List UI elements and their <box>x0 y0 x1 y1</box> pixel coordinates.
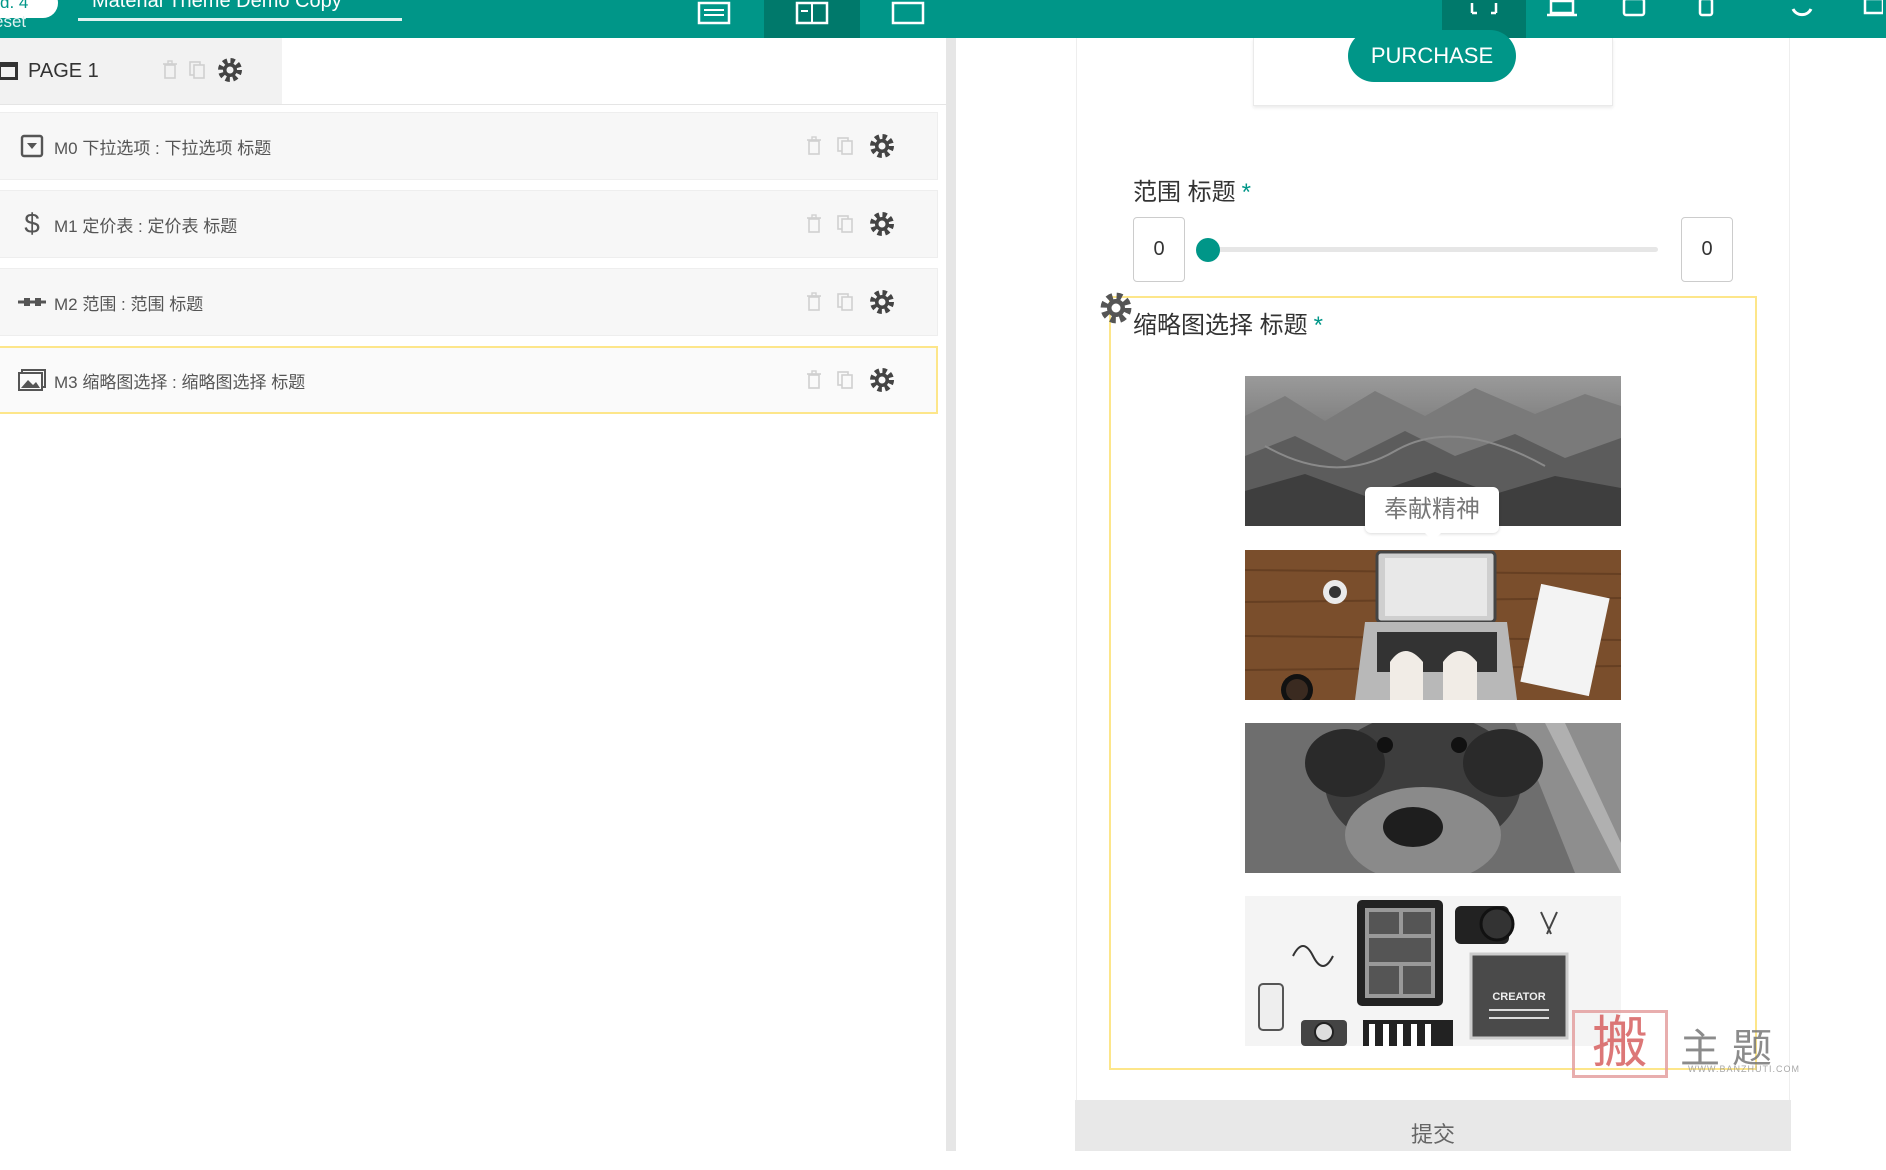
field-row-m0[interactable]: M0 下拉选项 : 下拉选项 标题 <box>0 112 938 180</box>
creator-text: CREATOR <box>1492 991 1545 1003</box>
field-row-label: M3 缩略图选择 : 缩略图选择 标题 <box>54 372 306 392</box>
gear-icon[interactable] <box>1098 290 1134 326</box>
desktop-view-button[interactable] <box>1526 0 1598 38</box>
range-field-title: 范围 标题 * <box>1133 172 1251 207</box>
refresh-button[interactable] <box>1766 0 1838 38</box>
thumbnail-tooltip: 奉献精神 <box>1365 487 1499 541</box>
reset-link[interactable]: eset <box>0 12 26 32</box>
range-slider-handle[interactable] <box>1196 238 1220 262</box>
thumbnail-field-title: 缩略图选择 标题 * <box>1133 305 1323 340</box>
dropdown-icon <box>18 134 46 158</box>
refresh-icon <box>1791 8 1813 17</box>
split-view-icon <box>795 1 829 25</box>
range-min-input[interactable]: 0 <box>1133 217 1185 282</box>
form-title-tab[interactable]: Material Theme Demo Copy <box>78 0 402 21</box>
range-slider-track[interactable] <box>1208 247 1658 252</box>
watermark-url: WWW.BANZHUTI.COM <box>1688 1064 1800 1074</box>
copy-icon[interactable] <box>836 214 854 234</box>
page-icon <box>0 62 18 80</box>
window-icon <box>1863 0 1883 15</box>
preview-icon <box>891 1 925 25</box>
required-marker: * <box>1241 179 1252 206</box>
image-icon <box>18 369 46 391</box>
field-row-label: M0 下拉选项 : 下拉选项 标题 <box>54 138 272 158</box>
dollar-icon: $ <box>24 208 40 239</box>
list-view-button[interactable] <box>666 0 762 38</box>
range-title-text: 范围 标题 <box>1133 179 1236 206</box>
range-icon <box>18 295 46 309</box>
thumbnail-title-text: 缩略图选择 标题 <box>1133 312 1308 339</box>
creator-flatlay-thumbnail[interactable]: CREATOR <box>1245 896 1621 1046</box>
field-row-label: M2 范围 : 范围 标题 <box>54 294 204 314</box>
page-label: PAGE 1 <box>28 59 99 82</box>
trash-icon[interactable] <box>162 60 178 80</box>
preview-button[interactable] <box>860 0 956 38</box>
submit-button[interactable]: 提交 <box>1075 1100 1791 1151</box>
laptop-desk-thumbnail[interactable] <box>1245 550 1621 700</box>
desktop-icon <box>1547 0 1577 17</box>
gear-icon[interactable] <box>868 366 896 394</box>
watermark: 搬 主题 WWW.BANZHUTI.COM <box>1572 1004 1802 1078</box>
copy-icon[interactable] <box>188 60 206 80</box>
mobile-view-button[interactable] <box>1670 0 1742 38</box>
toolbar-extra-button[interactable] <box>1850 0 1886 38</box>
mobile-icon <box>1698 0 1714 17</box>
copy-icon[interactable] <box>836 136 854 156</box>
trash-icon[interactable] <box>806 370 822 390</box>
list-view-icon <box>697 1 731 25</box>
field-row-m1[interactable]: $ M1 定价表 : 定价表 标题 <box>0 190 938 258</box>
gear-icon[interactable] <box>216 56 244 84</box>
trash-icon[interactable] <box>806 136 822 156</box>
gear-icon[interactable] <box>868 210 896 238</box>
copy-icon[interactable] <box>836 370 854 390</box>
required-marker: * <box>1313 312 1324 339</box>
page-tab[interactable]: PAGE 1 <box>0 38 282 104</box>
panel-divider[interactable] <box>946 38 956 1151</box>
trash-icon[interactable] <box>806 292 822 312</box>
field-row-m3[interactable]: M3 缩略图选择 : 缩略图选择 标题 <box>0 346 938 414</box>
page-divider <box>0 104 946 105</box>
top-toolbar: d. 4 eset Material Theme Demo Copy <box>0 0 1886 38</box>
gear-icon[interactable] <box>868 132 896 160</box>
trash-icon[interactable] <box>806 214 822 234</box>
tablet-icon <box>1622 0 1646 17</box>
fullscreen-icon <box>1470 3 1498 15</box>
field-row-label: M1 定价表 : 定价表 标题 <box>54 216 238 236</box>
range-max-input[interactable]: 0 <box>1681 217 1733 282</box>
copy-icon[interactable] <box>836 292 854 312</box>
tablet-view-button[interactable] <box>1598 0 1670 38</box>
field-row-m2[interactable]: M2 范围 : 范围 标题 <box>0 268 938 336</box>
gear-icon[interactable] <box>868 288 896 316</box>
split-view-button[interactable] <box>764 0 860 38</box>
watermark-seal: 搬 <box>1572 1010 1668 1078</box>
dog-thumbnail[interactable] <box>1245 723 1621 873</box>
purchase-button[interactable]: PURCHASE <box>1348 30 1516 82</box>
